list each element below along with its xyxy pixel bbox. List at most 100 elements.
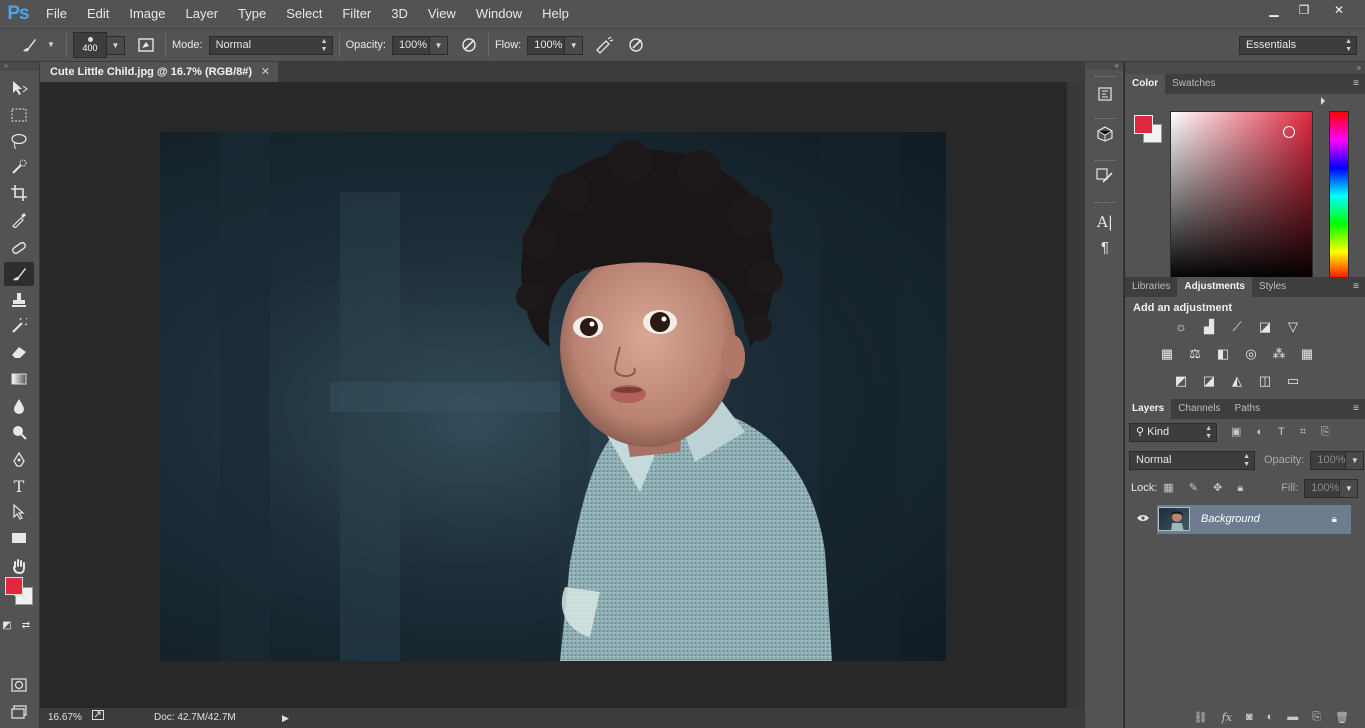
paragraph-icon[interactable]: ¶ — [1093, 236, 1117, 260]
minimize-button[interactable]: ▁ — [1259, 0, 1289, 20]
brush-preset-icon[interactable] — [16, 32, 42, 58]
dodge-tool-icon[interactable] — [4, 420, 34, 444]
document-image[interactable] — [160, 132, 946, 661]
healing-brush-tool-icon[interactable] — [4, 236, 34, 260]
move-tool-icon[interactable] — [4, 76, 34, 100]
path-selection-tool-icon[interactable] — [4, 500, 34, 524]
hue-slider-marker[interactable] — [1321, 97, 1325, 105]
hue-slider[interactable] — [1329, 111, 1349, 281]
tab-layers[interactable]: Layers — [1125, 399, 1172, 419]
menu-file[interactable]: File — [36, 0, 77, 28]
menu-help[interactable]: Help — [532, 0, 579, 28]
brush-settings-icon[interactable] — [1093, 168, 1117, 192]
tab-channels[interactable]: Channels — [1171, 399, 1227, 419]
gradient-tool-icon[interactable] — [4, 367, 34, 391]
fill-input[interactable]: 100% — [1304, 478, 1341, 498]
color-saturation-field[interactable] — [1170, 111, 1313, 281]
layer-row-background[interactable]: Background 🔒︎ — [1157, 505, 1351, 534]
menu-image[interactable]: Image — [119, 0, 175, 28]
new-adjustment-layer-icon[interactable]: ◐ — [1267, 711, 1274, 728]
layers-panel-menu-icon[interactable]: ≡ — [1353, 399, 1359, 419]
color-balance-icon[interactable]: ⚖ — [1183, 344, 1207, 364]
history-icon[interactable] — [1093, 86, 1117, 110]
color-lookup-icon[interactable]: ▦ — [1295, 344, 1319, 364]
flow-slider-dropdown[interactable]: ▼ — [565, 35, 584, 55]
layer-filter-kind-select[interactable]: ⚲ Kind ▲ ▼ — [1129, 422, 1217, 442]
eraser-tool-icon[interactable] — [4, 340, 34, 364]
screen-mode-icon[interactable] — [4, 700, 34, 724]
layer-visibility-eye-icon[interactable] — [1133, 505, 1153, 534]
gradient-map-icon[interactable]: ▭ — [1281, 371, 1305, 391]
layer-style-fx-icon[interactable]: fx — [1222, 711, 1232, 728]
exposure-icon[interactable]: ◪ — [1253, 317, 1277, 337]
menu-edit[interactable]: Edit — [77, 0, 119, 28]
mode-select[interactable]: Normal ▲ ▼ — [208, 35, 333, 55]
clone-stamp-tool-icon[interactable] — [4, 288, 34, 312]
export-icon[interactable] — [92, 708, 104, 728]
add-mask-icon[interactable]: ◙ — [1246, 711, 1253, 728]
status-menu-arrow-icon[interactable]: ▶ — [282, 708, 289, 728]
brush-panel-toggle-icon[interactable] — [133, 32, 159, 58]
curves-icon[interactable]: ⟋ — [1225, 317, 1249, 337]
character-icon[interactable]: A| — [1093, 210, 1117, 234]
document-tab[interactable]: Cute Little Child.jpg @ 16.7% (RGB/8#) ✕ — [40, 62, 278, 82]
new-group-folder-icon[interactable]: ▬ — [1287, 711, 1298, 728]
eyedropper-tool-icon[interactable] — [4, 208, 34, 232]
black-white-icon[interactable]: ◧ — [1211, 344, 1235, 364]
invert-icon[interactable]: ◩ — [1169, 371, 1193, 391]
marquee-tool-icon[interactable] — [4, 103, 34, 127]
link-layers-icon[interactable]: ⛓ — [1194, 711, 1208, 728]
levels-icon[interactable]: ▟ — [1197, 317, 1221, 337]
color-panel-foreground-swatch[interactable] — [1134, 115, 1153, 134]
menu-select[interactable]: Select — [276, 0, 332, 28]
filter-type-icon[interactable]: T — [1278, 426, 1285, 438]
canvas-area[interactable] — [40, 82, 1067, 708]
pressure-size-icon[interactable] — [623, 32, 649, 58]
menu-3d[interactable]: 3D — [381, 0, 418, 28]
layer-name[interactable]: Background — [1201, 505, 1260, 534]
brush-size-dropdown[interactable]: ▼ — [107, 35, 125, 55]
lock-transparency-icon[interactable]: ▦ — [1163, 482, 1173, 494]
crop-tool-icon[interactable] — [4, 181, 34, 205]
brush-preset-dropdown-arrow[interactable]: ▼ — [42, 36, 60, 55]
threshold-icon[interactable]: ◭ — [1225, 371, 1249, 391]
hand-tool-icon[interactable] — [4, 554, 34, 578]
filter-shape-icon[interactable]: ⌗ — [1300, 426, 1306, 438]
blur-tool-icon[interactable] — [4, 394, 34, 418]
foreground-color-swatch[interactable] — [5, 577, 23, 595]
close-tab-icon[interactable]: ✕ — [261, 62, 270, 82]
tab-styles[interactable]: Styles — [1252, 277, 1293, 297]
lock-all-icon[interactable]: 🔒︎ — [1237, 482, 1243, 494]
tab-libraries[interactable]: Libraries — [1125, 277, 1177, 297]
selective-color-icon[interactable]: ◫ — [1253, 371, 1277, 391]
flow-input[interactable]: 100% — [527, 35, 566, 55]
posterize-icon[interactable]: ◪ — [1197, 371, 1221, 391]
pressure-opacity-icon[interactable] — [456, 32, 482, 58]
canvas-vertical-scrollbar[interactable] — [1067, 82, 1084, 708]
filter-adjustment-icon[interactable]: ◐ — [1256, 426, 1263, 438]
workspace-switcher[interactable]: Essentials ▲ ▼ — [1239, 35, 1357, 55]
filter-pixel-icon[interactable]: ▣ — [1231, 426, 1241, 438]
tools-panel-grip[interactable]: » — [0, 62, 39, 71]
lock-position-icon[interactable]: ✥ — [1213, 482, 1222, 494]
tab-color[interactable]: Color — [1125, 74, 1166, 94]
filter-smart-object-icon[interactable]: ⎘ — [1321, 426, 1330, 438]
vibrance-icon[interactable]: ▽ — [1281, 317, 1305, 337]
layer-opacity-input[interactable]: 100% — [1310, 450, 1347, 470]
tab-paths[interactable]: Paths — [1228, 399, 1268, 419]
photo-filter-icon[interactable]: ◎ — [1239, 344, 1263, 364]
fill-dropdown[interactable]: ▼ — [1340, 478, 1359, 498]
menu-filter[interactable]: Filter — [332, 0, 381, 28]
panels-grip[interactable]: » — [1125, 62, 1365, 74]
history-brush-tool-icon[interactable] — [4, 314, 34, 338]
delete-layer-trash-icon[interactable]: 🗑︎ — [1335, 711, 1349, 728]
menu-layer[interactable]: Layer — [176, 0, 229, 28]
zoom-level[interactable]: 16.67% — [48, 708, 82, 728]
3d-cube-icon[interactable] — [1093, 126, 1117, 150]
menu-window[interactable]: Window — [466, 0, 532, 28]
restore-button[interactable]: ❐ — [1289, 0, 1319, 20]
swap-colors-icon[interactable]: ⇄ — [18, 618, 34, 632]
quick-selection-tool-icon[interactable] — [4, 155, 34, 179]
new-layer-icon[interactable]: ⎘ — [1312, 711, 1321, 728]
menu-view[interactable]: View — [418, 0, 466, 28]
